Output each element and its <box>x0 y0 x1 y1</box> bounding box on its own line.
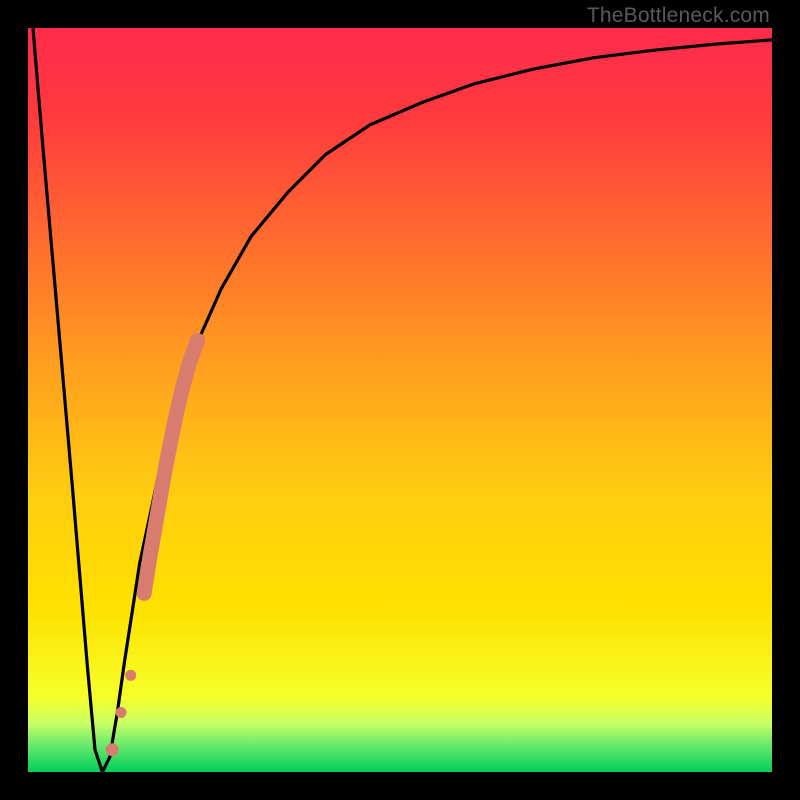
watermark-text: TheBottleneck.com <box>587 4 770 28</box>
plot-frame <box>28 28 772 772</box>
plot-svg <box>28 28 772 772</box>
gradient-background <box>28 28 772 772</box>
green-band <box>28 727 772 772</box>
